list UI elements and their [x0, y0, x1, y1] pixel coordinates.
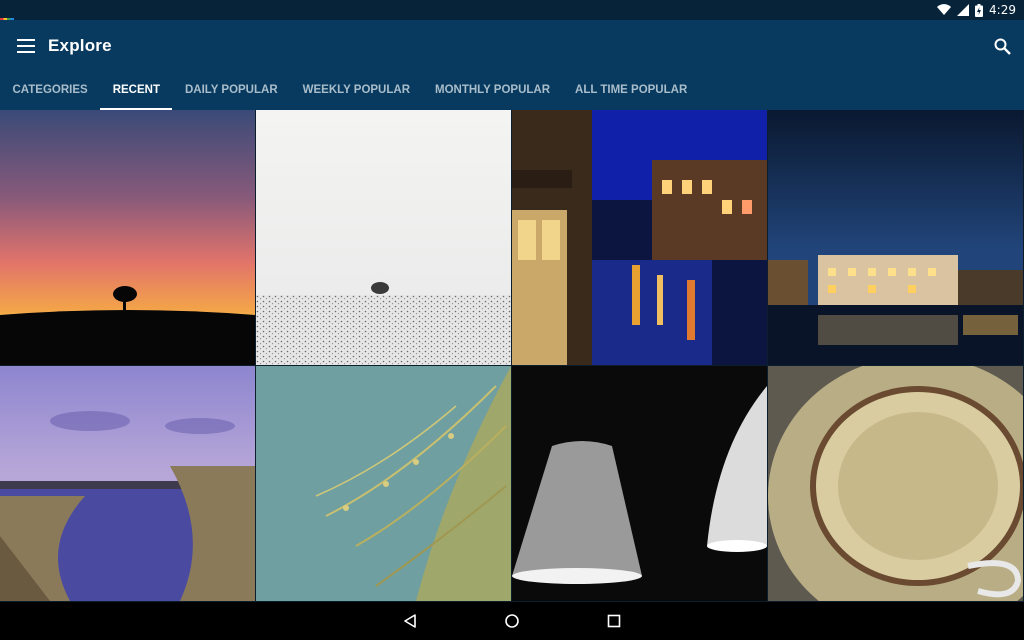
photo-waterfront-night[interactable]	[768, 110, 1023, 365]
navigation-bar	[0, 602, 1024, 640]
back-icon[interactable]	[398, 609, 422, 633]
search-icon[interactable]	[990, 34, 1014, 58]
tab-recent[interactable]: RECENT	[100, 72, 173, 110]
page-title: Explore	[48, 36, 112, 55]
photo-lamps[interactable]	[512, 366, 767, 601]
signal-icon	[957, 4, 970, 16]
photo-grass-water[interactable]	[256, 366, 511, 601]
wifi-icon	[937, 4, 952, 16]
battery-icon	[975, 3, 984, 17]
photo-sunset-tree[interactable]	[0, 110, 255, 365]
status-bar: 4:29	[0, 0, 1024, 21]
photo-grid	[0, 110, 1024, 602]
tab-bar: CATEGORIES RECENT DAILY POPULAR WEEKLY P…	[0, 72, 700, 110]
photo-snowy-field-tree[interactable]	[256, 110, 511, 365]
tab-categories[interactable]: CATEGORIES	[0, 72, 100, 110]
photo-reeds-lake[interactable]	[0, 366, 255, 601]
photo-cup-saucer[interactable]	[768, 366, 1023, 601]
home-icon[interactable]	[500, 609, 524, 633]
menu-icon[interactable]	[14, 34, 38, 58]
tab-all-time-popular[interactable]: ALL TIME POPULAR	[563, 72, 700, 110]
app-bar: Explore CATEGORIES RECENT DAILY POPULAR …	[0, 20, 1024, 110]
recents-icon[interactable]	[602, 609, 626, 633]
tab-monthly-popular[interactable]: MONTHLY POPULAR	[423, 72, 563, 110]
tab-weekly-popular[interactable]: WEEKLY POPULAR	[290, 72, 422, 110]
status-time: 4:29	[989, 3, 1016, 17]
photo-canal-night[interactable]	[512, 110, 767, 365]
tab-daily-popular[interactable]: DAILY POPULAR	[172, 72, 290, 110]
